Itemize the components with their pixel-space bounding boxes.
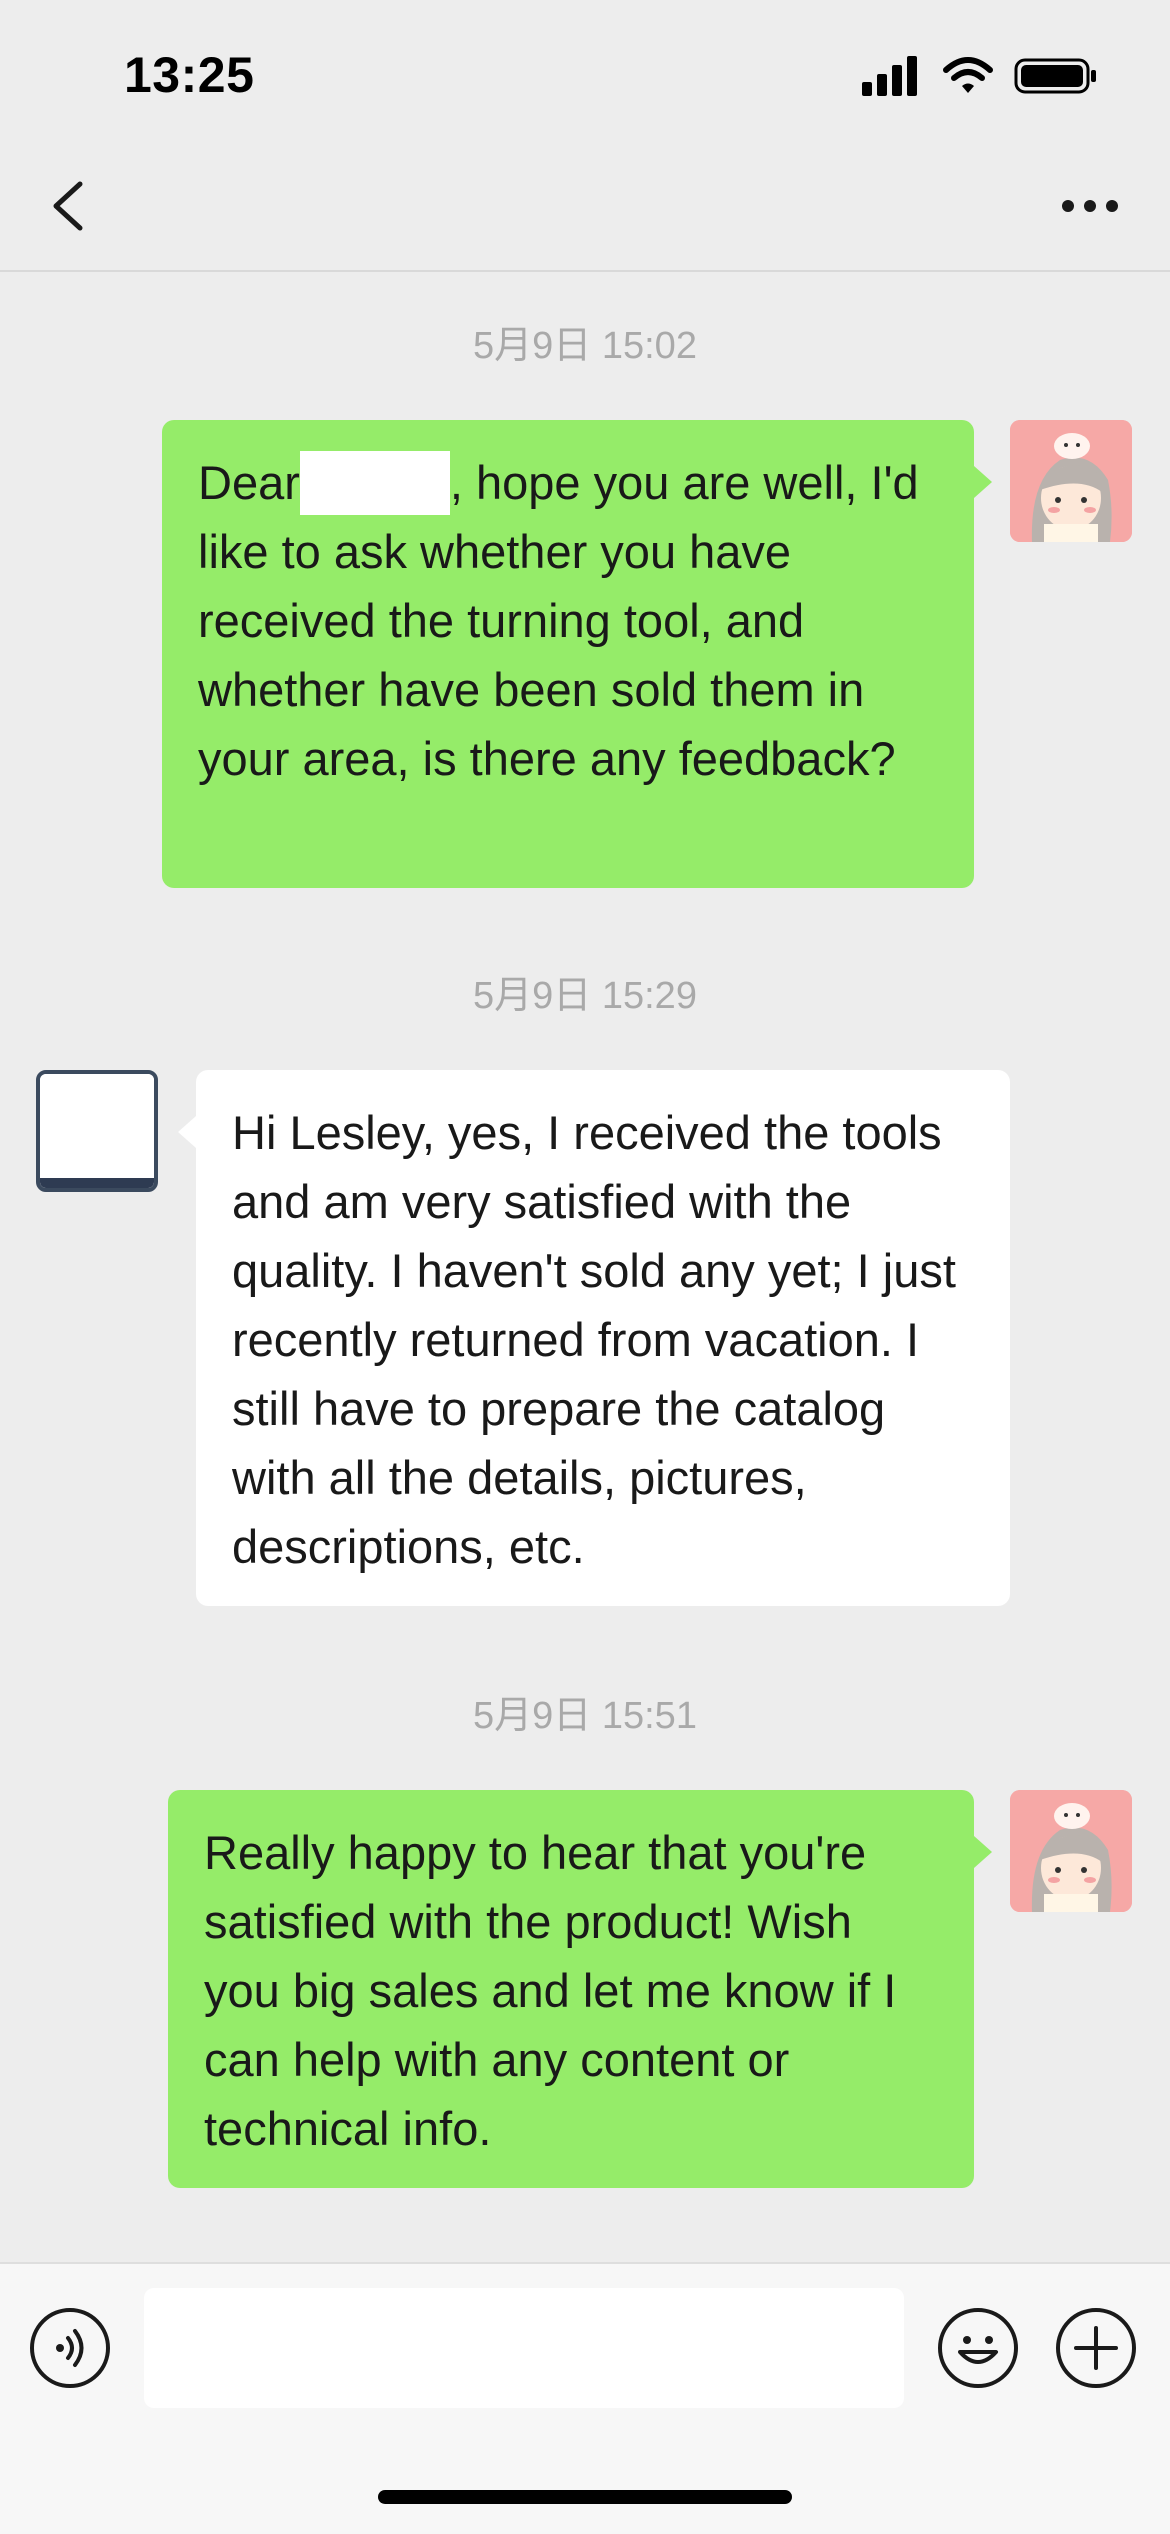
emoji-icon	[958, 2336, 998, 2364]
home-indicator	[378, 2490, 792, 2504]
wifi-icon	[943, 57, 993, 93]
plus-button[interactable]	[1056, 2308, 1136, 2388]
voice-icon	[56, 2329, 84, 2367]
my-avatar[interactable]	[1010, 420, 1132, 542]
avatar-image	[1010, 1790, 1132, 1912]
incoming-message-bubble[interactable]: Hi Lesley, yes, I received the tools and…	[178, 1070, 1010, 1606]
status-bar: 13:25	[0, 0, 1170, 150]
status-time: 13:25	[124, 47, 255, 103]
status-icons	[862, 56, 1098, 96]
avatar-image	[1010, 420, 1132, 542]
chat-nav-bar	[0, 150, 1170, 272]
message-text: Really happy to hear that you're satisfi…	[204, 1826, 897, 2155]
avatar-image	[40, 1074, 154, 1188]
message-text: Hi Lesley, yes, I received the tools and…	[232, 1106, 956, 1573]
message-timestamp: 5月9日 15:02	[473, 325, 697, 367]
battery-icon	[1014, 58, 1096, 94]
my-avatar[interactable]	[1010, 1790, 1132, 1912]
message-input-bar	[0, 2262, 1170, 2534]
message-input[interactable]	[144, 2288, 904, 2408]
chevron-left-icon	[53, 181, 83, 231]
message-timestamp: 5月9日 15:29	[473, 975, 697, 1017]
outgoing-message-bubble[interactable]: Really happy to hear that you're satisfi…	[168, 1790, 992, 2188]
voice-button[interactable]	[30, 2308, 110, 2388]
back-button[interactable]	[40, 176, 100, 236]
signal-icon	[862, 56, 917, 96]
plus-icon	[1074, 2326, 1118, 2370]
more-button[interactable]	[1050, 176, 1130, 236]
emoji-button[interactable]	[938, 2308, 1018, 2388]
message-timestamp: 5月9日 15:51	[473, 1695, 697, 1737]
redacted-name	[299, 450, 450, 515]
contact-avatar[interactable]	[36, 1070, 158, 1192]
outgoing-message-bubble[interactable]: Dear, hope you are well, I'd like to ask…	[162, 420, 992, 888]
more-dots-icon	[1062, 200, 1118, 212]
message-text: Dear	[198, 456, 300, 509]
